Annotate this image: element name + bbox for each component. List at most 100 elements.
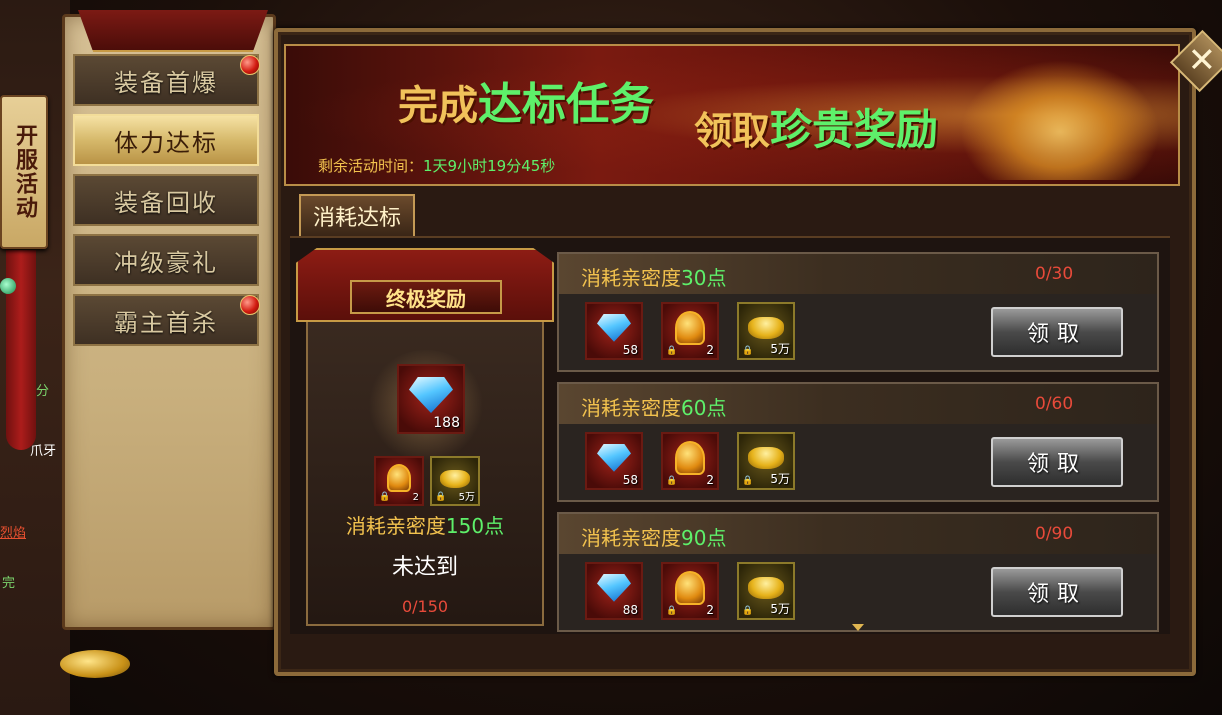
reward-slot[interactable]: 🔒 2 [661,562,719,620]
close-icon: ✕ [1187,40,1216,81]
reward-slot[interactable]: 88 [585,562,643,620]
timer-value: 1天9小时19分45秒 [423,157,556,175]
reward-slot[interactable]: 🔒 5万 [430,456,480,506]
claim-button[interactable]: 领取 [991,567,1123,617]
sidebar-item-equipment-first-drop[interactable]: 装备首爆 [73,54,259,106]
requirement-value: 150点 [445,514,505,538]
ultimate-progress: 0/150 [401,597,449,616]
lock-icon: 🔒 [379,492,391,502]
item-count: 5万 [770,342,790,356]
reward-tier-row: 消耗亲密度90点 0/90 88 🔒 2 🔒 5万 领取 [557,512,1159,632]
lock-icon: 🔒 [742,346,754,356]
reward-slot[interactable]: 🔒 5万 [737,432,795,490]
reward-slot[interactable]: 🔒 5万 [737,562,795,620]
reward-slot[interactable]: 🔒 5万 [737,302,795,360]
reward-slot[interactable]: 🔒 2 [661,432,719,490]
sidebar-item-label: 冲级豪礼 [114,248,218,277]
golden-helmet-icon [675,570,705,605]
ultimate-status: 未达到 [391,555,458,580]
tier-requirement: 消耗亲密度60点 [581,392,726,421]
lock-icon: 🔒 [742,476,754,486]
blue-gem-icon [597,313,631,342]
lock-icon: 🔒 [666,346,678,356]
sidebar-top-cap [78,10,268,52]
item-count: 5万 [458,492,475,503]
item-count: 58 [622,343,638,357]
gold-ingot-icon [748,317,784,340]
requirement-value: 90点 [681,526,727,550]
scene-fragment: 烈焰 [0,526,27,541]
golden-helmet-icon [675,440,705,475]
item-count: 58 [622,473,638,487]
sidebar-item-stamina-target[interactable]: 体力达标 [73,114,259,166]
item-count: 2 [706,603,714,617]
sidebar-item-label: 霸主首杀 [114,308,218,337]
item-count: 2 [706,473,714,487]
item-count: 188 [433,415,460,431]
gold-coins-decoration [60,650,130,678]
notification-dot-icon [240,55,260,75]
requirement-value: 60点 [681,396,727,420]
sidebar-item-label: 体力达标 [114,128,218,157]
lock-icon: 🔒 [666,476,678,486]
tier-requirement: 消耗亲密度30点 [581,262,726,291]
banner-headline-1: 完成达标任务 [398,68,654,132]
banner-text: 领取 [694,109,771,153]
scroll-down-icon[interactable] [852,624,864,631]
requirement-value: 30点 [681,266,727,290]
ultimate-requirement: 消耗亲密度150点 [306,510,544,539]
sidebar-item-label: 装备回收 [114,188,218,217]
gold-ingot-icon [440,469,470,488]
blue-gem-icon [409,377,453,414]
notification-dot-icon [240,295,260,315]
lock-icon: 🔒 [666,606,678,616]
banner-headline-2: 领取珍贵奖励 [694,96,938,157]
item-count: 5万 [770,472,790,486]
scene-fragment: 爪牙 [30,444,57,459]
lock-icon: 🔒 [742,606,754,616]
requirement-label: 消耗亲密度 [581,396,681,420]
scene-fragment: 完 [2,576,16,591]
claim-button[interactable]: 领取 [991,307,1123,357]
golden-helmet-icon [387,464,411,493]
tier-progress: 0/30 [1035,264,1074,284]
reward-slot-main[interactable]: 188 [397,364,465,434]
timer-label: 剩余活动时间： [318,157,424,175]
item-count: 2 [706,343,714,357]
event-hanger-label[interactable]: 开服活动 [0,95,48,249]
banner-highlight: 珍贵奖励 [770,105,939,154]
lock-icon: 🔒 [435,492,447,502]
blue-gem-icon [597,573,631,602]
reward-tier-row: 消耗亲密度30点 0/30 58 🔒 2 🔒 5万 领取 [557,252,1159,372]
tier-progress: 0/90 [1035,524,1074,544]
reward-slot[interactable]: 🔒 2 [374,456,424,506]
tier-requirement: 消耗亲密度90点 [581,522,726,551]
item-count: 5万 [770,602,790,616]
banner-text: 完成 [398,83,478,129]
scene-fragment: 分 [36,384,50,399]
sidebar-item-level-up-gift[interactable]: 冲级豪礼 [73,234,259,286]
jade-bead-decoration [0,278,16,294]
reward-slot[interactable]: 58 [585,432,643,490]
ultimate-reward-title: 终极奖励 [350,280,502,314]
sidebar-item-equipment-recycle[interactable]: 装备回收 [73,174,259,226]
sidebar-item-boss-first-kill[interactable]: 霸主首杀 [73,294,259,346]
tab-consume-target[interactable]: 消耗达标 [299,194,415,236]
treasure-chest-icon [960,60,1160,180]
reward-slot[interactable]: 58 [585,302,643,360]
item-count: 2 [412,492,419,503]
banner-highlight: 达标任务 [478,79,654,130]
item-count: 88 [622,603,638,617]
blue-gem-icon [597,443,631,472]
reward-slot[interactable]: 🔒 2 [661,302,719,360]
requirement-label: 消耗亲密度 [581,266,681,290]
gold-ingot-icon [748,447,784,470]
sidebar-item-label: 装备首爆 [114,68,218,97]
event-timer: 剩余活动时间：1天9小时19分45秒 [318,155,555,176]
requirement-label: 消耗亲密度 [581,526,681,550]
reward-tier-row: 消耗亲密度60点 0/60 58 🔒 2 🔒 5万 领取 [557,382,1159,502]
tier-progress: 0/60 [1035,394,1074,414]
golden-helmet-icon [675,310,705,345]
requirement-label: 消耗亲密度 [345,514,446,538]
claim-button[interactable]: 领取 [991,437,1123,487]
